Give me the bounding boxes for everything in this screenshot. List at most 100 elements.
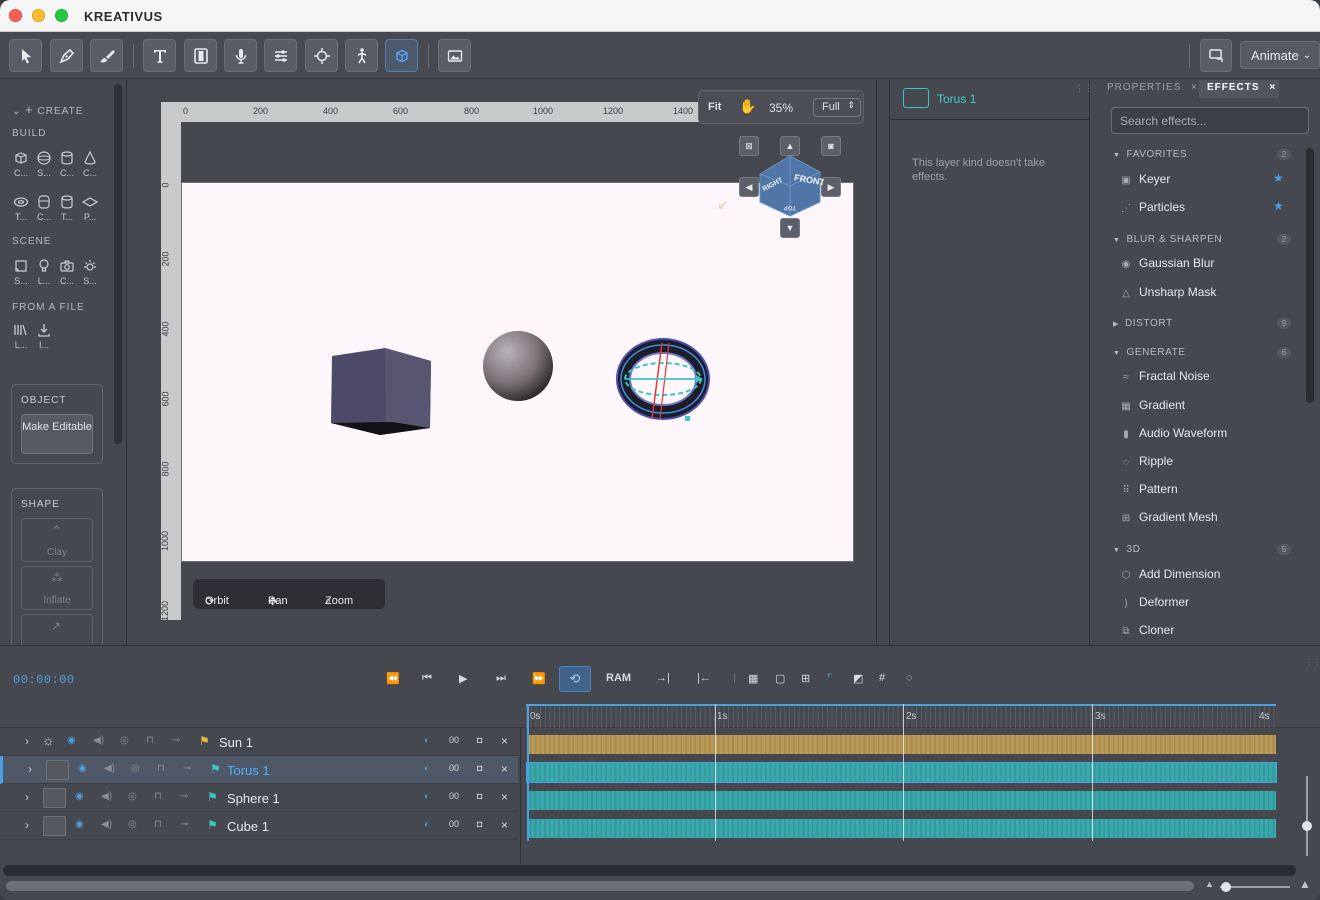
star-icon[interactable]: ★ xyxy=(1273,199,1284,213)
play-icon[interactable]: ▶ xyxy=(459,672,467,685)
puppet-tool-button[interactable] xyxy=(345,39,378,72)
extrude-button[interactable]: ↗ xyxy=(21,614,93,645)
effect-audio-waveform[interactable]: ▮ Audio Waveform xyxy=(1120,426,1227,440)
zoom-in-icon[interactable]: ▲ xyxy=(1299,877,1311,891)
link-icon[interactable]: ⊸ xyxy=(180,819,188,830)
motion-blur-icon[interactable]: ◐ xyxy=(424,735,429,745)
link-icon[interactable]: ⊸ xyxy=(172,735,180,746)
left-panel-scrollbar[interactable] xyxy=(114,84,122,444)
effect-keyer[interactable]: ▣ Keyer xyxy=(1120,172,1170,186)
solo-icon[interactable]: ◎ xyxy=(120,735,129,746)
layer-row-sun[interactable]: › ☼ ◉ ◀) ◎ ⊓ ⊸ ⚑ Sun 1 ◐ 00 ◘ × xyxy=(0,728,518,756)
frame-blend-value[interactable]: 00 xyxy=(449,819,459,829)
category-blur-sharpen[interactable]: ▼ BLUR & SHARPEN xyxy=(1113,234,1222,245)
track-bar-sun[interactable] xyxy=(527,735,1276,754)
effect-gradient[interactable]: ▦ Gradient xyxy=(1120,398,1185,412)
solo-icon[interactable]: ◎ xyxy=(128,819,137,830)
build-torus-item[interactable]: T... xyxy=(12,194,30,222)
eye-icon[interactable]: ◉ xyxy=(75,791,84,802)
effect-gaussian-blur[interactable]: ◉ Gaussian Blur xyxy=(1120,256,1215,270)
speaker-icon[interactable]: ◀) xyxy=(104,763,115,774)
motion-blur-icon[interactable]: ◐ xyxy=(424,819,429,829)
link-icon[interactable]: ⊸ xyxy=(180,791,188,802)
nav-right-button[interactable]: ▶ xyxy=(821,177,841,197)
eye-icon[interactable]: ◉ xyxy=(78,763,87,774)
close-icon[interactable]: × xyxy=(1191,82,1198,93)
zoom-out-icon[interactable]: ▲ xyxy=(1205,879,1214,889)
effects-search-input[interactable]: Search effects... xyxy=(1111,107,1309,134)
effect-cloner[interactable]: ⧉ Cloner xyxy=(1120,623,1174,637)
rewind-icon[interactable]: ⏪ xyxy=(386,672,400,685)
mask-icon[interactable]: ◩ xyxy=(853,672,863,685)
close-icon[interactable]: × xyxy=(501,818,508,832)
timeline-tracks[interactable]: 0s 1s 2s 3s 4s xyxy=(526,704,1294,844)
cube-object[interactable] xyxy=(331,348,431,435)
build-tube-item[interactable]: T... xyxy=(58,194,76,222)
build-plane-item[interactable]: P... xyxy=(81,194,99,222)
effect-particles[interactable]: ⋰ Particles xyxy=(1120,200,1185,214)
scene-canvas[interactable] xyxy=(181,182,854,562)
go-to-end-icon[interactable]: →| xyxy=(656,672,670,684)
chevron-right-icon[interactable]: › xyxy=(28,762,32,776)
effects-scrollbar[interactable] xyxy=(1306,148,1314,403)
tab-effects[interactable]: EFFECTS × xyxy=(1207,82,1276,93)
build-capsule-item[interactable]: C... xyxy=(35,194,53,222)
star-icon[interactable]: ★ xyxy=(1273,171,1284,185)
text-tool-button[interactable] xyxy=(143,39,176,72)
3d-layer-icon[interactable]: ◘ xyxy=(477,819,482,829)
corner-icon[interactable]: ⌜ xyxy=(827,672,832,685)
speaker-icon[interactable]: ◀) xyxy=(93,735,104,746)
layer-color-swatch[interactable] xyxy=(903,88,929,108)
lock-icon[interactable]: ⊓ xyxy=(154,791,162,802)
close-icon[interactable]: × xyxy=(501,734,508,748)
build-sphere-item[interactable]: S... xyxy=(35,150,53,178)
motion-blur-icon[interactable]: ◐ xyxy=(424,791,429,801)
effect-gradient-mesh[interactable]: ⊞ Gradient Mesh xyxy=(1120,510,1218,524)
file-import-item[interactable]: I... xyxy=(35,322,53,350)
make-editable-button[interactable]: Make Editable xyxy=(21,414,93,454)
category-generate[interactable]: ▼ GENERATE xyxy=(1113,347,1186,358)
layer-row-cube[interactable]: › ◉ ◀) ◎ ⊓ ⊸ ⚑ Cube 1 ◐ 00 ◘ × xyxy=(0,812,518,840)
speaker-icon[interactable]: ◀) xyxy=(101,819,112,830)
minimize-window-button[interactable] xyxy=(32,9,45,22)
grid-icon[interactable]: ▦ xyxy=(748,672,758,685)
time-ruler[interactable]: 0s 1s 2s 3s 4s xyxy=(526,704,1276,728)
snapshot-button[interactable]: ◙ xyxy=(821,136,841,156)
file-library-item[interactable]: L... xyxy=(12,322,30,350)
zoom-value[interactable]: 35% xyxy=(769,101,793,115)
track-bar-sphere[interactable] xyxy=(527,791,1276,810)
layer-row-torus[interactable]: › ◉ ◀) ◎ ⊓ ⊸ ⚑ Torus 1 ◐ 00 ◘ × xyxy=(0,756,518,784)
playhead[interactable] xyxy=(527,704,529,841)
scene-light-item[interactable]: L... xyxy=(35,258,53,286)
adjust-tool-button[interactable] xyxy=(264,39,297,72)
audio-tool-button[interactable] xyxy=(224,39,257,72)
workspace-select[interactable]: Animate ⌄ xyxy=(1240,41,1320,69)
skip-back-icon[interactable]: ⏮ xyxy=(422,672,432,685)
lock-icon[interactable]: ⊓ xyxy=(146,735,154,746)
drag-handle-icon[interactable]: ⋮⋮ xyxy=(1305,658,1320,667)
clay-button[interactable]: ⌃ Clay xyxy=(21,518,93,562)
effect-pattern[interactable]: ⠿ Pattern xyxy=(1120,482,1177,496)
motion-blur-icon[interactable]: ◐ xyxy=(424,763,429,773)
timeline-zoom-knob[interactable] xyxy=(1221,882,1231,892)
frame-blend-value[interactable]: 00 xyxy=(449,763,459,773)
close-icon[interactable]: × xyxy=(501,762,508,776)
pen-tool-button[interactable] xyxy=(50,39,83,72)
lock-icon[interactable]: ⊓ xyxy=(154,819,162,830)
effect-add-dimension[interactable]: ⬡ Add Dimension xyxy=(1120,567,1221,581)
solo-icon[interactable]: ◎ xyxy=(131,763,140,774)
category-3d[interactable]: ▼ 3D xyxy=(1113,544,1141,555)
timecode[interactable]: 00:00:00 xyxy=(13,673,75,687)
track-height-slider[interactable] xyxy=(1306,776,1308,856)
3d-layer-icon[interactable]: ◘ xyxy=(477,791,482,801)
3d-layer-icon[interactable]: ◘ xyxy=(477,735,482,745)
viewport[interactable]: 0 200 400 600 800 1000 1200 1400 0 200 4… xyxy=(128,80,877,645)
track-bar-torus[interactable] xyxy=(526,762,1277,783)
chevron-right-icon[interactable]: › xyxy=(25,734,29,748)
effect-unsharp-mask[interactable]: △ Unsharp Mask xyxy=(1120,285,1216,299)
select-tool-button[interactable] xyxy=(9,39,42,72)
track-height-knob[interactable] xyxy=(1302,821,1312,831)
zoom-window-button[interactable] xyxy=(55,9,68,22)
fit-button[interactable]: Fit xyxy=(708,101,721,113)
brush-tool-button[interactable] xyxy=(90,39,123,72)
